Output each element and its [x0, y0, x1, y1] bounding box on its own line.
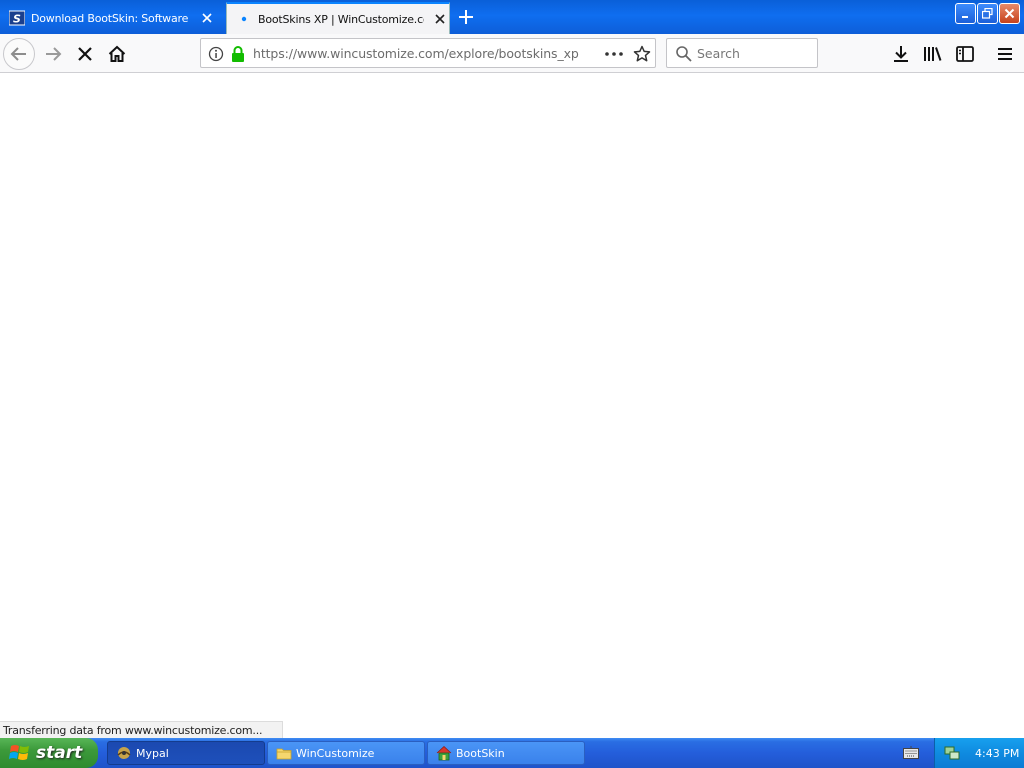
- restore-button[interactable]: [977, 3, 998, 24]
- page-actions-button[interactable]: [602, 44, 626, 64]
- close-icon: [1004, 8, 1015, 19]
- search-bar[interactable]: [666, 38, 818, 68]
- tab-title: Download BootSkin: Software from: [31, 11, 191, 25]
- mypal-icon: [117, 747, 131, 759]
- home-icon: [108, 45, 126, 62]
- restore-icon: [982, 8, 993, 19]
- stop-button[interactable]: [69, 38, 101, 70]
- star-icon: [633, 45, 651, 62]
- network-icon[interactable]: [943, 744, 961, 762]
- task-label: BootSkin: [456, 746, 505, 760]
- close-icon[interactable]: [432, 11, 448, 27]
- window-close-button[interactable]: [999, 3, 1020, 24]
- url-bar[interactable]: https://www.wincustomize.com/explore/boo…: [200, 38, 656, 68]
- home-button[interactable]: [101, 38, 133, 70]
- taskbar-item-bootskin[interactable]: BootSkin: [427, 741, 585, 765]
- new-tab-button[interactable]: [454, 6, 478, 28]
- keyboard-icon[interactable]: [903, 746, 919, 760]
- start-button[interactable]: start: [0, 738, 98, 768]
- stop-icon: [78, 47, 92, 61]
- task-label: WinCustomize: [296, 746, 375, 760]
- url-text[interactable]: https://www.wincustomize.com/explore/boo…: [253, 46, 579, 61]
- tab-download-bootskin[interactable]: S Download BootSkin: Software from: [0, 2, 222, 34]
- arrow-left-icon: [10, 47, 26, 61]
- lock-icon[interactable]: [230, 45, 246, 63]
- tab-bootskins-xp[interactable]: BootSkins XP | WinCustomize.com: [226, 2, 450, 34]
- page-content[interactable]: [0, 74, 1024, 738]
- minimize-button[interactable]: [955, 3, 976, 24]
- sidebar-icon: [956, 46, 974, 62]
- more-dots-icon: [605, 52, 623, 56]
- folder-icon: [276, 748, 292, 760]
- download-icon: [894, 46, 908, 62]
- tab-strip: S Download BootSkin: Software from BootS…: [0, 0, 1024, 34]
- library-icon: [924, 47, 942, 61]
- library-button[interactable]: [917, 38, 949, 70]
- loading-dot-icon: [241, 16, 247, 22]
- search-icon: [676, 46, 692, 62]
- hamburger-icon: [998, 48, 1012, 60]
- tab-title: BootSkins XP | WinCustomize.com: [258, 12, 424, 26]
- taskbar-item-mypal[interactable]: Mypal: [107, 741, 265, 765]
- clock[interactable]: 4:43 PM: [975, 747, 1019, 760]
- taskbar-item-wincustomize[interactable]: WinCustomize: [267, 741, 425, 765]
- navigation-toolbar: https://www.wincustomize.com/explore/boo…: [0, 34, 1024, 73]
- sidebar-toggle-button[interactable]: [949, 38, 981, 70]
- menu-button[interactable]: [989, 38, 1021, 70]
- task-label: Mypal: [136, 746, 169, 760]
- start-label: start: [36, 743, 83, 763]
- back-button[interactable]: [3, 38, 35, 70]
- stardock-icon: S: [9, 10, 25, 26]
- forward-button[interactable]: [37, 38, 69, 70]
- info-icon[interactable]: [208, 46, 224, 62]
- arrow-right-icon: [46, 47, 62, 61]
- close-icon[interactable]: [199, 10, 215, 26]
- plus-icon: [459, 10, 473, 24]
- taskbar: start Mypal WinCustomize BootSkin 4:43 P…: [0, 738, 1024, 768]
- status-panel: Transferring data from www.wincustomize.…: [0, 721, 283, 738]
- search-input[interactable]: [697, 42, 813, 64]
- bootskin-icon: [436, 745, 452, 761]
- system-tray: 4:43 PM: [934, 738, 1024, 768]
- svg-text:S: S: [13, 13, 21, 26]
- windows-logo-icon: [9, 745, 29, 760]
- minimize-icon: [961, 15, 968, 18]
- bookmark-button[interactable]: [631, 44, 653, 64]
- downloads-button[interactable]: [885, 38, 917, 70]
